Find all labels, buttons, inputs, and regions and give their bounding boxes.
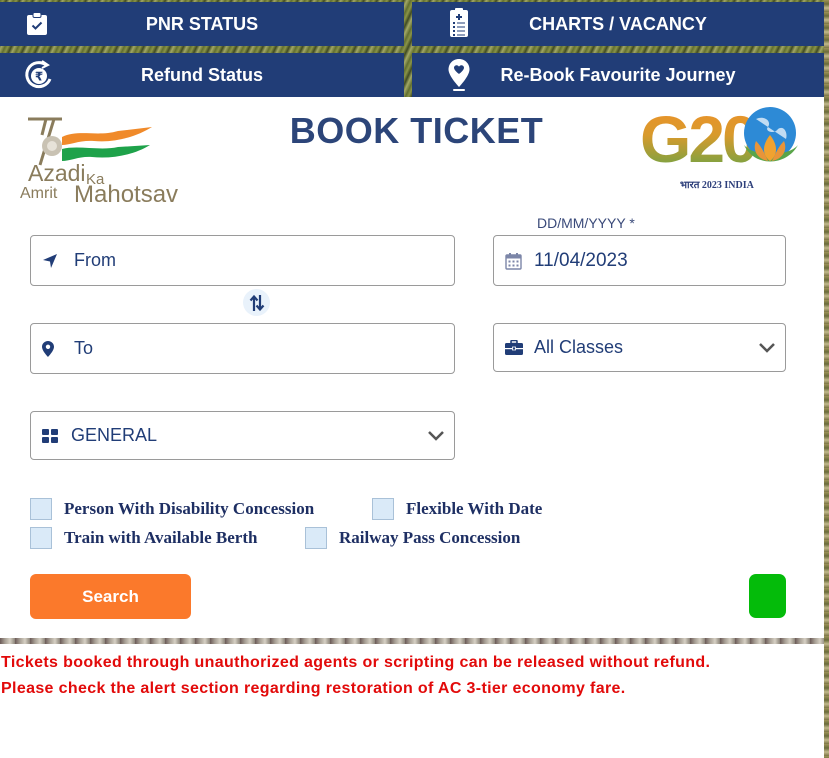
railway-pass-checkbox[interactable]: Railway Pass Concession <box>305 527 520 549</box>
swap-arrows-icon <box>249 294 265 312</box>
checkbox-box[interactable] <box>305 527 327 549</box>
charts-vacancy-label: CHARTS / VACANCY <box>529 13 707 34</box>
chevron-down-icon <box>758 342 776 354</box>
calendar-icon <box>505 252 522 270</box>
chevron-down-icon <box>427 430 445 442</box>
quota-select[interactable]: GENERAL <box>30 411 455 460</box>
rebook-journey-button[interactable]: Re-Book Favourite Journey <box>412 53 824 97</box>
background-edge <box>824 0 829 758</box>
from-placeholder: From <box>74 250 116 270</box>
disability-concession-checkbox[interactable]: Person With Disability Concession <box>30 498 314 520</box>
class-selected-value: All Classes <box>534 337 624 357</box>
checkbox-box[interactable] <box>30 527 52 549</box>
quota-selected-value: GENERAL <box>71 425 158 445</box>
g20-subtitle: भारत 2023 INDIA <box>680 180 754 191</box>
to-station-input[interactable]: To <box>30 323 455 374</box>
journey-date-input[interactable]: 11/04/2023 <box>493 235 786 286</box>
pnr-status-button[interactable]: PNR STATUS <box>0 2 404 46</box>
rebook-journey-label: Re-Book Favourite Journey <box>500 64 736 85</box>
g20-logo: G20 भारत 2023 INDIA <box>638 102 808 195</box>
briefcase-icon <box>505 339 523 356</box>
notice-panel: Tickets booked through unauthorized agen… <box>0 644 824 758</box>
page-title: BOOK TICKET <box>289 110 544 151</box>
swap-stations-button[interactable] <box>243 289 270 316</box>
location-arrow-icon <box>42 253 58 269</box>
checkbox-label: Train with Available Berth <box>64 528 258 547</box>
pnr-status-label: PNR STATUS <box>145 13 259 34</box>
azadi-ka-amrit-mahotsav-logo: Azadi Ka Amrit Mahotsav <box>18 115 188 210</box>
available-berth-checkbox[interactable]: Train with Available Berth <box>30 527 257 549</box>
notice-unauthorized-agents: Tickets booked through unauthorized agen… <box>1 654 711 671</box>
book-ticket-card: Azadi Ka Amrit Mahotsav BOOK TICKET G20 … <box>0 97 824 638</box>
globe-lotus-icon <box>744 107 798 162</box>
grid-icon <box>42 428 58 443</box>
from-station-input[interactable]: From <box>30 235 455 286</box>
date-format-label: DD/MM/YYYY * <box>537 215 635 231</box>
date-value: 11/04/2023 <box>534 249 628 271</box>
checkbox-label: Railway Pass Concession <box>339 528 521 547</box>
charts-vacancy-button[interactable]: CHARTS / VACANCY <box>412 2 824 46</box>
checkbox-box[interactable] <box>30 498 52 520</box>
green-action-button[interactable] <box>749 574 786 618</box>
logo-text-mahotsav: Mahotsav <box>74 181 179 208</box>
class-select[interactable]: All Classes <box>493 323 786 372</box>
flexible-date-checkbox[interactable]: Flexible With Date <box>372 498 542 520</box>
checkbox-box[interactable] <box>372 498 394 520</box>
logo-text-amrit: Amrit <box>20 185 58 202</box>
checkbox-label: Flexible With Date <box>406 499 543 518</box>
map-marker-icon <box>42 340 54 357</box>
refund-status-label: Refund Status <box>140 64 263 85</box>
refund-status-button[interactable]: ₹ Refund Status <box>0 53 404 97</box>
checkbox-label: Person With Disability Concession <box>64 499 315 518</box>
notice-ac3-economy-fare: Please check the alert section regarding… <box>1 680 626 697</box>
to-placeholder: To <box>74 338 94 358</box>
search-button[interactable]: Search <box>30 574 191 619</box>
